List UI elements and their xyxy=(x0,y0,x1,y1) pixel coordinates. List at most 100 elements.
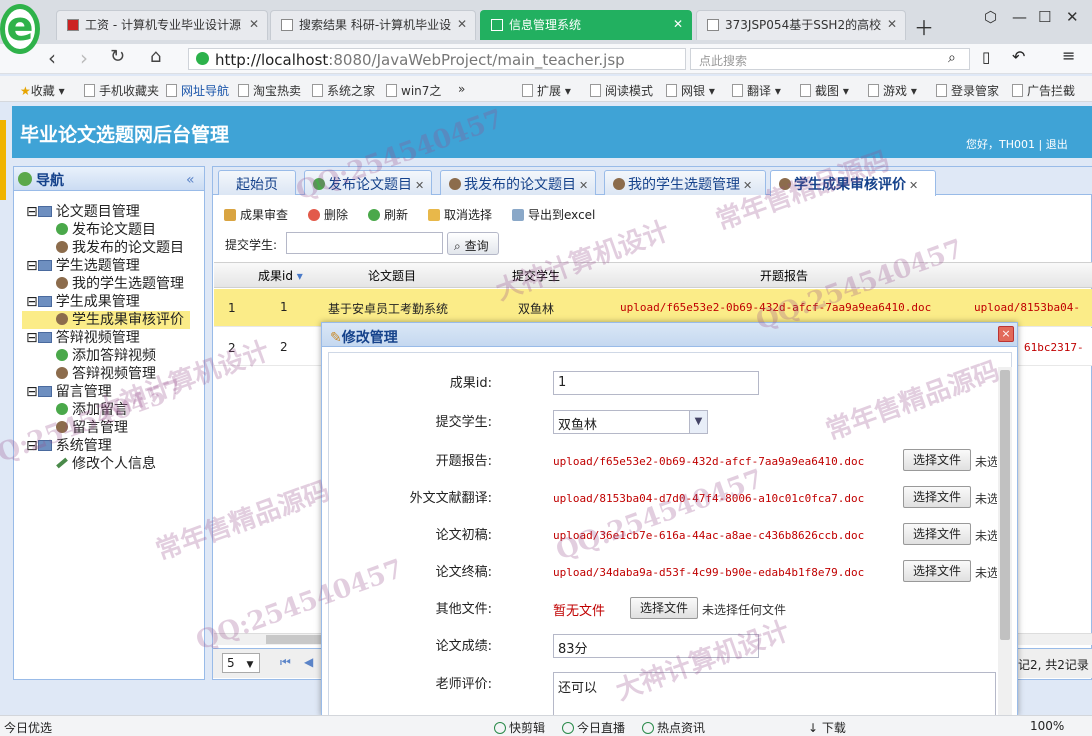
student-select[interactable]: 双鱼林 ▼ xyxy=(553,410,708,434)
search-icon[interactable]: ⌕ xyxy=(948,50,956,66)
report-file-link[interactable]: upload/f65e53e2-0b69-432d-afcf-7aa9a9ea6… xyxy=(553,455,864,468)
tree-item[interactable]: 我的学生选题管理 xyxy=(56,275,184,293)
bookmark-tool[interactable]: 登录管家 xyxy=(936,82,999,99)
skin-icon[interactable]: ⬡ xyxy=(984,8,997,26)
bookmark-tool[interactable]: 截图 ▾ xyxy=(800,82,849,99)
tree-item[interactable]: 添加留言 xyxy=(56,401,128,419)
translation-file-link[interactable]: upload/8153ba04-d7d0-47f4-8006-a10c01c0f… xyxy=(553,492,864,505)
close-icon[interactable]: ✕ xyxy=(249,17,259,31)
tree-item[interactable]: 答辩视频管理 xyxy=(56,365,156,383)
column-header-student[interactable]: 提交学生 xyxy=(512,267,560,284)
maximize-icon[interactable]: ☐ xyxy=(1038,8,1051,26)
cell-report-link[interactable]: upload/f65e53e2-0b69-432d-afcf-7aa9a9ea6… xyxy=(620,301,931,314)
bookmark-tool[interactable]: 阅读模式 xyxy=(590,82,653,99)
tab-my-topics[interactable]: 我发布的论文题目 ✕ xyxy=(440,170,596,195)
bookmark-overflow[interactable]: » xyxy=(458,82,465,96)
dialog-scrollbar-thumb[interactable] xyxy=(1000,370,1010,640)
bookmark-item[interactable]: 淘宝热卖 xyxy=(238,82,301,99)
choose-file-button[interactable]: 选择文件 xyxy=(903,449,971,471)
undo-icon[interactable]: ↶ xyxy=(1012,47,1025,66)
tab-publish-topic[interactable]: 发布论文题目 ✕ xyxy=(304,170,432,195)
menu-icon[interactable]: ≡ xyxy=(1062,46,1075,65)
status-item[interactable]: ↓ 下载 xyxy=(808,719,846,736)
forward-icon[interactable]: › xyxy=(80,46,88,70)
browser-tab-2[interactable]: 搜索结果 科研-计算机毕业设 ✕ xyxy=(270,10,476,40)
close-icon[interactable]: ✕ xyxy=(673,17,683,31)
close-icon[interactable]: ✕ xyxy=(579,179,588,192)
tab-student-topics[interactable]: 我的学生选题管理 ✕ xyxy=(604,170,766,195)
tab-start-page[interactable]: 起始页 xyxy=(218,170,296,195)
browser-tab-4[interactable]: 373JSP054基于SSH2的高校 ✕ xyxy=(696,10,906,40)
dialog-close-button[interactable]: × xyxy=(998,326,1014,342)
tree-folder[interactable]: ⊟ 系统管理 xyxy=(26,437,112,455)
home-icon[interactable]: ⌂ xyxy=(150,46,161,67)
column-header-title[interactable]: 论文题目 xyxy=(368,267,416,284)
zoom-level[interactable]: 100% xyxy=(1030,719,1064,733)
bookmark-item[interactable]: 系统之家 xyxy=(312,82,375,99)
collapse-icon[interactable]: « xyxy=(186,172,195,188)
choose-file-button[interactable]: 选择文件 xyxy=(630,597,698,619)
cell-translation-link[interactable]: upload/8153ba04- xyxy=(974,301,1080,314)
scrollbar-thumb[interactable] xyxy=(266,635,326,644)
comment-textarea[interactable]: 还可以 xyxy=(553,672,996,716)
reload-icon[interactable]: ↻ xyxy=(110,46,125,67)
tab-achievement-review[interactable]: 学生成果审核评价 ✕ xyxy=(770,170,936,196)
score-input[interactable]: 83分 xyxy=(553,634,759,658)
bookmark-tool[interactable]: 翻译 ▾ xyxy=(732,82,781,99)
prev-page-icon[interactable]: ◀ xyxy=(304,655,313,669)
browser-tab-1[interactable]: 工资 - 计算机专业毕业设计源 ✕ xyxy=(56,10,268,40)
close-icon[interactable]: ✕ xyxy=(887,17,897,31)
bookmark-tool[interactable]: 扩展 ▾ xyxy=(522,82,571,99)
column-header-id[interactable]: 成果id ▾ xyxy=(258,267,303,284)
tree-item[interactable]: 添加答辩视频 xyxy=(56,347,156,365)
tree-item-selected[interactable]: 学生成果审核评价 xyxy=(22,311,190,329)
new-tab-icon[interactable]: ＋ xyxy=(914,12,934,41)
tree-item[interactable]: 修改个人信息 xyxy=(56,455,156,473)
first-page-icon[interactable]: ⏮ xyxy=(280,655,291,670)
student-search-input[interactable] xyxy=(286,232,443,254)
bookmark-item[interactable]: 手机收藏夹 xyxy=(84,82,159,99)
tree-item[interactable]: 发布论文题目 xyxy=(56,221,156,239)
status-item[interactable]: 热点资讯 xyxy=(642,719,705,736)
logout-link[interactable]: 退出 xyxy=(1046,138,1068,151)
close-icon[interactable]: ✕ xyxy=(743,179,752,192)
status-item[interactable]: 今日直播 xyxy=(562,719,625,736)
choose-file-button[interactable]: 选择文件 xyxy=(903,560,971,582)
tree-folder[interactable]: ⊟ 学生选题管理 xyxy=(26,257,140,275)
bookmark-tool[interactable]: 广告拦截 xyxy=(1012,82,1075,99)
bookmark-item[interactable]: ★收藏 ▾ xyxy=(20,82,65,99)
cell-translation-link[interactable]: 61bc2317- xyxy=(1024,341,1084,354)
tree-folder[interactable]: ⊟ 学生成果管理 xyxy=(26,293,140,311)
url-input[interactable]: http://localhost:8080/JavaWebProject/mai… xyxy=(188,48,686,70)
close-icon[interactable]: ✕ xyxy=(909,179,918,192)
page-size-select[interactable]: 5 ▼ xyxy=(222,653,260,673)
choose-file-button[interactable]: 选择文件 xyxy=(903,523,971,545)
close-icon[interactable]: ✕ xyxy=(415,179,424,192)
tree-item[interactable]: 留言管理 xyxy=(56,419,128,437)
tree-item[interactable]: 我发布的论文题目 xyxy=(56,239,184,257)
side-widget[interactable] xyxy=(0,120,6,200)
draft-file-link[interactable]: upload/36e1cb7e-616a-44ac-a8ae-c436b8626… xyxy=(553,529,864,542)
status-item[interactable]: 快剪辑 xyxy=(494,719,545,736)
tree-folder[interactable]: ⊟ 论文题目管理 xyxy=(26,203,140,221)
tree-folder[interactable]: ⊟ 答辩视频管理 xyxy=(26,329,140,347)
refresh-button[interactable]: 刷新 xyxy=(368,206,408,223)
achievement-id-input[interactable]: 1 xyxy=(553,371,759,395)
final-file-link[interactable]: upload/34daba9a-d53f-4c99-b90e-edab4b1f8… xyxy=(553,566,864,579)
review-button[interactable]: 成果审查 xyxy=(224,206,288,223)
browser-tab-3[interactable]: 信息管理系统 ✕ xyxy=(480,10,692,40)
mobile-icon[interactable]: ▯ xyxy=(982,48,990,66)
close-icon[interactable]: ✕ xyxy=(457,17,467,31)
back-icon[interactable]: ‹ xyxy=(48,46,56,70)
close-window-icon[interactable]: ✕ xyxy=(1066,8,1079,26)
bookmark-tool[interactable]: 网银 ▾ xyxy=(666,82,715,99)
status-left[interactable]: 今日优选 xyxy=(4,719,52,736)
export-button[interactable]: 导出到excel xyxy=(512,206,595,223)
choose-file-button[interactable]: 选择文件 xyxy=(903,486,971,508)
tree-folder[interactable]: ⊟ 留言管理 xyxy=(26,383,112,401)
bookmark-item[interactable]: 网址导航 xyxy=(166,82,229,99)
delete-button[interactable]: 删除 xyxy=(308,206,348,223)
bookmark-tool[interactable]: 游戏 ▾ xyxy=(868,82,917,99)
bookmark-item[interactable]: win7之 xyxy=(386,82,441,99)
minimize-icon[interactable]: — xyxy=(1012,8,1027,26)
